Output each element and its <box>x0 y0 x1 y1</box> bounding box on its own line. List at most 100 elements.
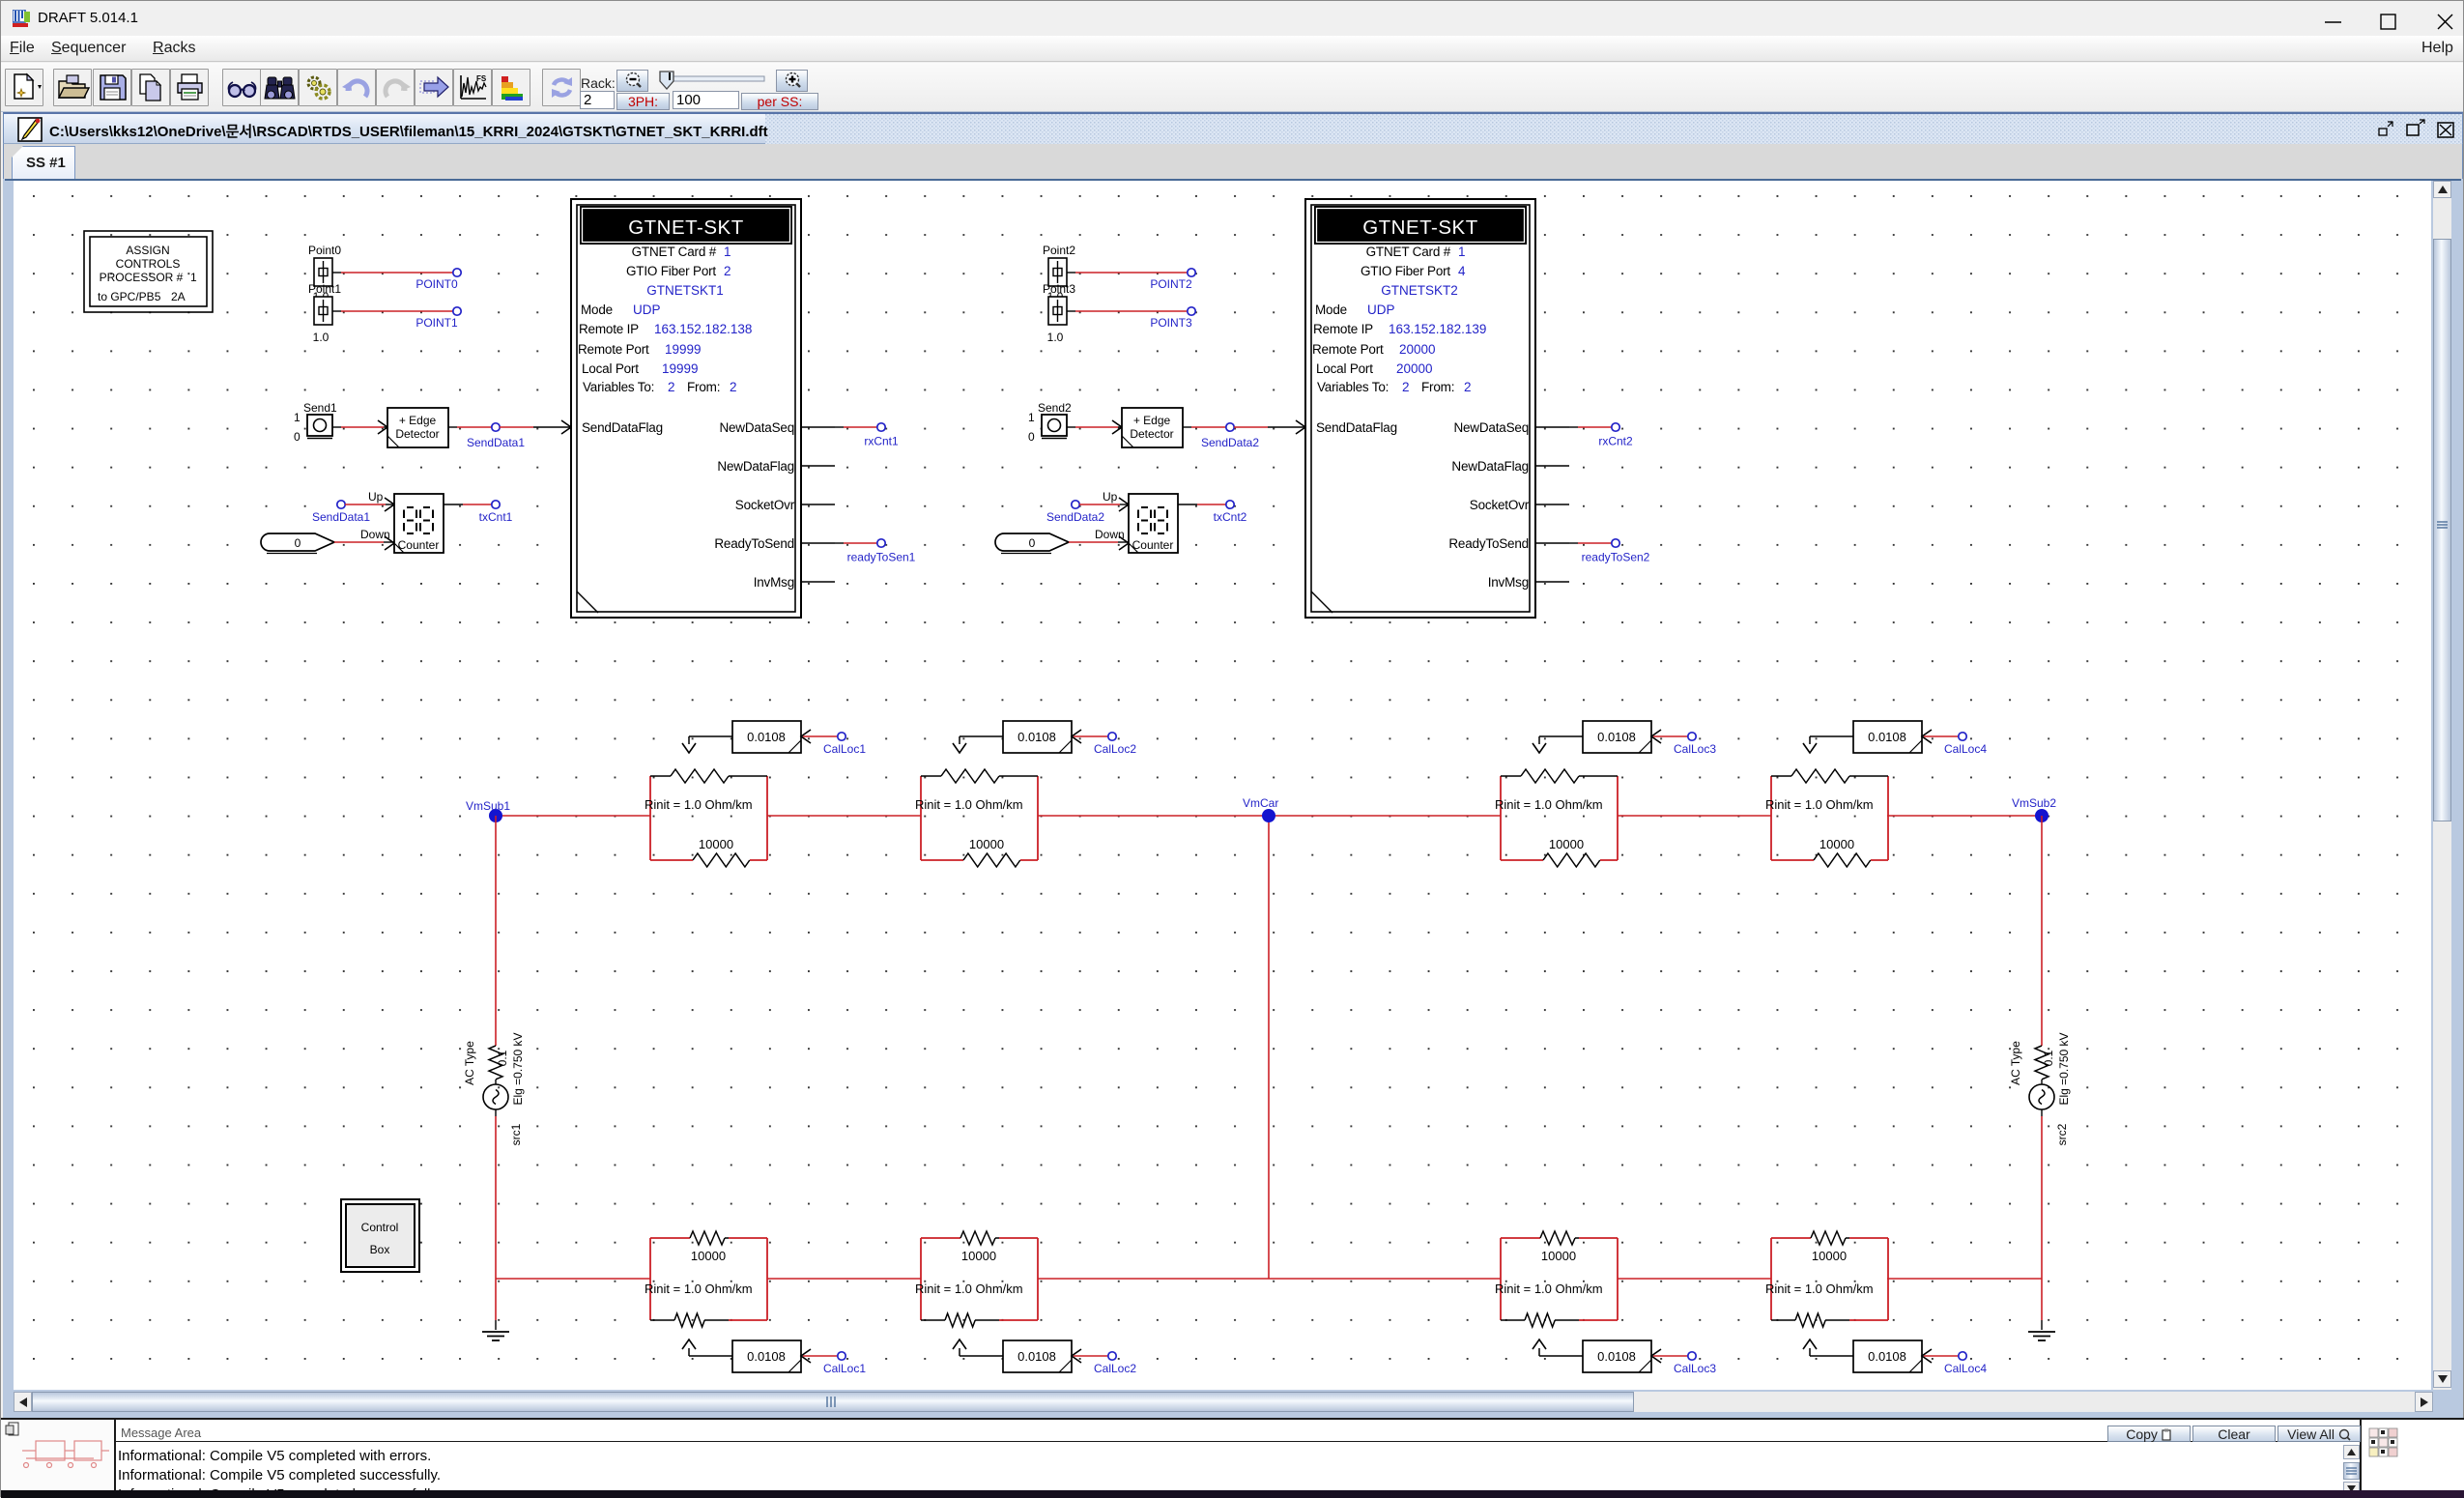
svg-text:1: 1 <box>190 271 197 284</box>
svg-text:+ Edge: + Edge <box>399 414 437 427</box>
svg-text:Up: Up <box>1103 490 1118 504</box>
svg-text:1: 1 <box>1458 245 1466 259</box>
svg-text:Mode: Mode <box>581 302 613 317</box>
svg-text:1.0: 1.0 <box>1047 331 1064 344</box>
svg-text:ASSIGN: ASSIGN <box>126 244 169 257</box>
svg-text:10000: 10000 <box>1819 837 1854 851</box>
svg-text:Counter: Counter <box>1132 538 1174 552</box>
svg-text:2A: 2A <box>171 290 186 303</box>
svg-text:POINT0: POINT0 <box>415 277 458 291</box>
svg-text:readyToSen2: readyToSen2 <box>1582 551 1650 564</box>
svg-text:From:: From: <box>687 380 720 394</box>
svg-text:Detector: Detector <box>395 427 439 441</box>
svg-text:AC Type: AC Type <box>2009 1041 2022 1085</box>
svg-text:Send2: Send2 <box>1038 401 1072 415</box>
svg-text:Remote IP: Remote IP <box>579 322 639 336</box>
svg-text:Rinit = 1.0 Ohm/km: Rinit = 1.0 Ohm/km <box>645 797 753 812</box>
svg-text:0.1: 0.1 <box>496 1050 509 1066</box>
svg-text:Up: Up <box>368 490 384 504</box>
svg-text:SendData1: SendData1 <box>467 436 525 449</box>
svg-text:GTNET Card #: GTNET Card # <box>632 245 717 259</box>
svg-text:GTNET-SKT: GTNET-SKT <box>1362 216 1478 239</box>
svg-text:10000: 10000 <box>1812 1249 1847 1263</box>
svg-text:Send1: Send1 <box>303 401 337 415</box>
svg-text:2: 2 <box>724 264 731 278</box>
svg-text:1: 1 <box>724 245 731 259</box>
svg-text:163.152.182.139: 163.152.182.139 <box>1389 322 1486 336</box>
svg-text:CalLoc3: CalLoc3 <box>1674 742 1716 756</box>
svg-text:to GPC/PB5: to GPC/PB5 <box>98 290 161 303</box>
svg-text:SendDataFlag: SendDataFlag <box>582 420 663 435</box>
svg-text:POINT3: POINT3 <box>1150 316 1192 330</box>
svg-text:rxCnt1: rxCnt1 <box>864 435 899 448</box>
svg-text:POINT2: POINT2 <box>1150 277 1192 291</box>
svg-text:txCnt1: txCnt1 <box>479 510 513 524</box>
svg-text:readyToSen1: readyToSen1 <box>847 551 916 564</box>
svg-text:Rinit = 1.0 Ohm/km: Rinit = 1.0 Ohm/km <box>1495 797 1603 812</box>
svg-text:0.0108: 0.0108 <box>1017 1349 1056 1364</box>
svg-text:Variables To:: Variables To: <box>1317 380 1389 394</box>
svg-text:Counter: Counter <box>398 538 440 552</box>
svg-text:CalLoc4: CalLoc4 <box>1944 742 1987 756</box>
svg-text:Elg =0.750 kV: Elg =0.750 kV <box>511 1032 525 1105</box>
svg-text:VmCar: VmCar <box>1243 796 1278 810</box>
svg-text:Rinit = 1.0 Ohm/km: Rinit = 1.0 Ohm/km <box>915 797 1023 812</box>
svg-text:CONTROLS: CONTROLS <box>116 257 181 271</box>
svg-text:1: 1 <box>1028 411 1035 424</box>
svg-text:0: 0 <box>295 536 301 550</box>
svg-text:19999: 19999 <box>662 361 699 376</box>
svg-text:src1: src1 <box>509 1123 523 1145</box>
svg-text:NewDataFlag: NewDataFlag <box>717 459 794 474</box>
svg-text:0.0108: 0.0108 <box>747 730 786 744</box>
svg-text:PROCESSOR #: PROCESSOR # <box>100 271 184 284</box>
svg-text:ReadyToSend: ReadyToSend <box>714 536 794 551</box>
svg-text:AC Type: AC Type <box>463 1041 476 1085</box>
svg-text:CalLoc2: CalLoc2 <box>1094 1362 1136 1375</box>
svg-text:10000: 10000 <box>691 1249 726 1263</box>
svg-text:Detector: Detector <box>1130 427 1173 441</box>
svg-text:UDP: UDP <box>633 302 661 317</box>
svg-text:CalLoc2: CalLoc2 <box>1094 742 1136 756</box>
svg-text:ReadyToSend: ReadyToSend <box>1448 536 1529 551</box>
svg-text:NewDataSeq: NewDataSeq <box>719 420 794 435</box>
svg-text:2: 2 <box>1402 380 1410 394</box>
svg-text:Down: Down <box>1095 528 1125 541</box>
svg-text:Point1: Point1 <box>308 282 341 296</box>
svg-text:2: 2 <box>668 380 675 394</box>
svg-text:10000: 10000 <box>1541 1249 1576 1263</box>
svg-text:Rinit = 1.0 Ohm/km: Rinit = 1.0 Ohm/km <box>915 1282 1023 1296</box>
svg-text:CalLoc1: CalLoc1 <box>823 1362 866 1375</box>
svg-text:GTNET Card #: GTNET Card # <box>1366 245 1451 259</box>
svg-text:10000: 10000 <box>969 837 1004 851</box>
svg-text:Down: Down <box>360 528 390 541</box>
svg-text:SendData1: SendData1 <box>312 510 370 524</box>
svg-text:NewDataSeq: NewDataSeq <box>1453 420 1529 435</box>
svg-text:0: 0 <box>294 430 301 444</box>
svg-text:Rinit = 1.0 Ohm/km: Rinit = 1.0 Ohm/km <box>1495 1282 1603 1296</box>
svg-text:UDP: UDP <box>1367 302 1395 317</box>
svg-text:NewDataFlag: NewDataFlag <box>1451 459 1529 474</box>
svg-text:4: 4 <box>1458 264 1466 278</box>
svg-text:GTNETSKT2: GTNETSKT2 <box>1381 283 1458 298</box>
svg-text:Point3: Point3 <box>1043 282 1075 296</box>
svg-text:Rinit = 1.0 Ohm/km: Rinit = 1.0 Ohm/km <box>1765 1282 1874 1296</box>
svg-text:InvMsg: InvMsg <box>1488 575 1529 590</box>
svg-text:GTIO Fiber Port: GTIO Fiber Port <box>626 264 716 278</box>
svg-text:19999: 19999 <box>665 342 702 357</box>
svg-text:0.0108: 0.0108 <box>1017 730 1056 744</box>
svg-text:rxCnt2: rxCnt2 <box>1598 435 1633 448</box>
svg-text:0.0108: 0.0108 <box>1597 730 1636 744</box>
svg-text:SendDataFlag: SendDataFlag <box>1316 420 1397 435</box>
svg-text:0.0108: 0.0108 <box>1868 730 1906 744</box>
svg-text:CalLoc4: CalLoc4 <box>1944 1362 1987 1375</box>
svg-text:Variables To:: Variables To: <box>583 380 654 394</box>
svg-text:Control: Control <box>361 1221 399 1234</box>
svg-text:2: 2 <box>1464 380 1472 394</box>
svg-text:SocketOvr: SocketOvr <box>1470 498 1530 512</box>
svg-text:Mode: Mode <box>1315 302 1347 317</box>
svg-text:VmSub1: VmSub1 <box>466 799 510 813</box>
svg-text:SendData2: SendData2 <box>1046 510 1104 524</box>
svg-text:1: 1 <box>294 411 301 424</box>
svg-text:163.152.182.138: 163.152.182.138 <box>654 322 752 336</box>
svg-text:Remote Port: Remote Port <box>578 342 649 357</box>
